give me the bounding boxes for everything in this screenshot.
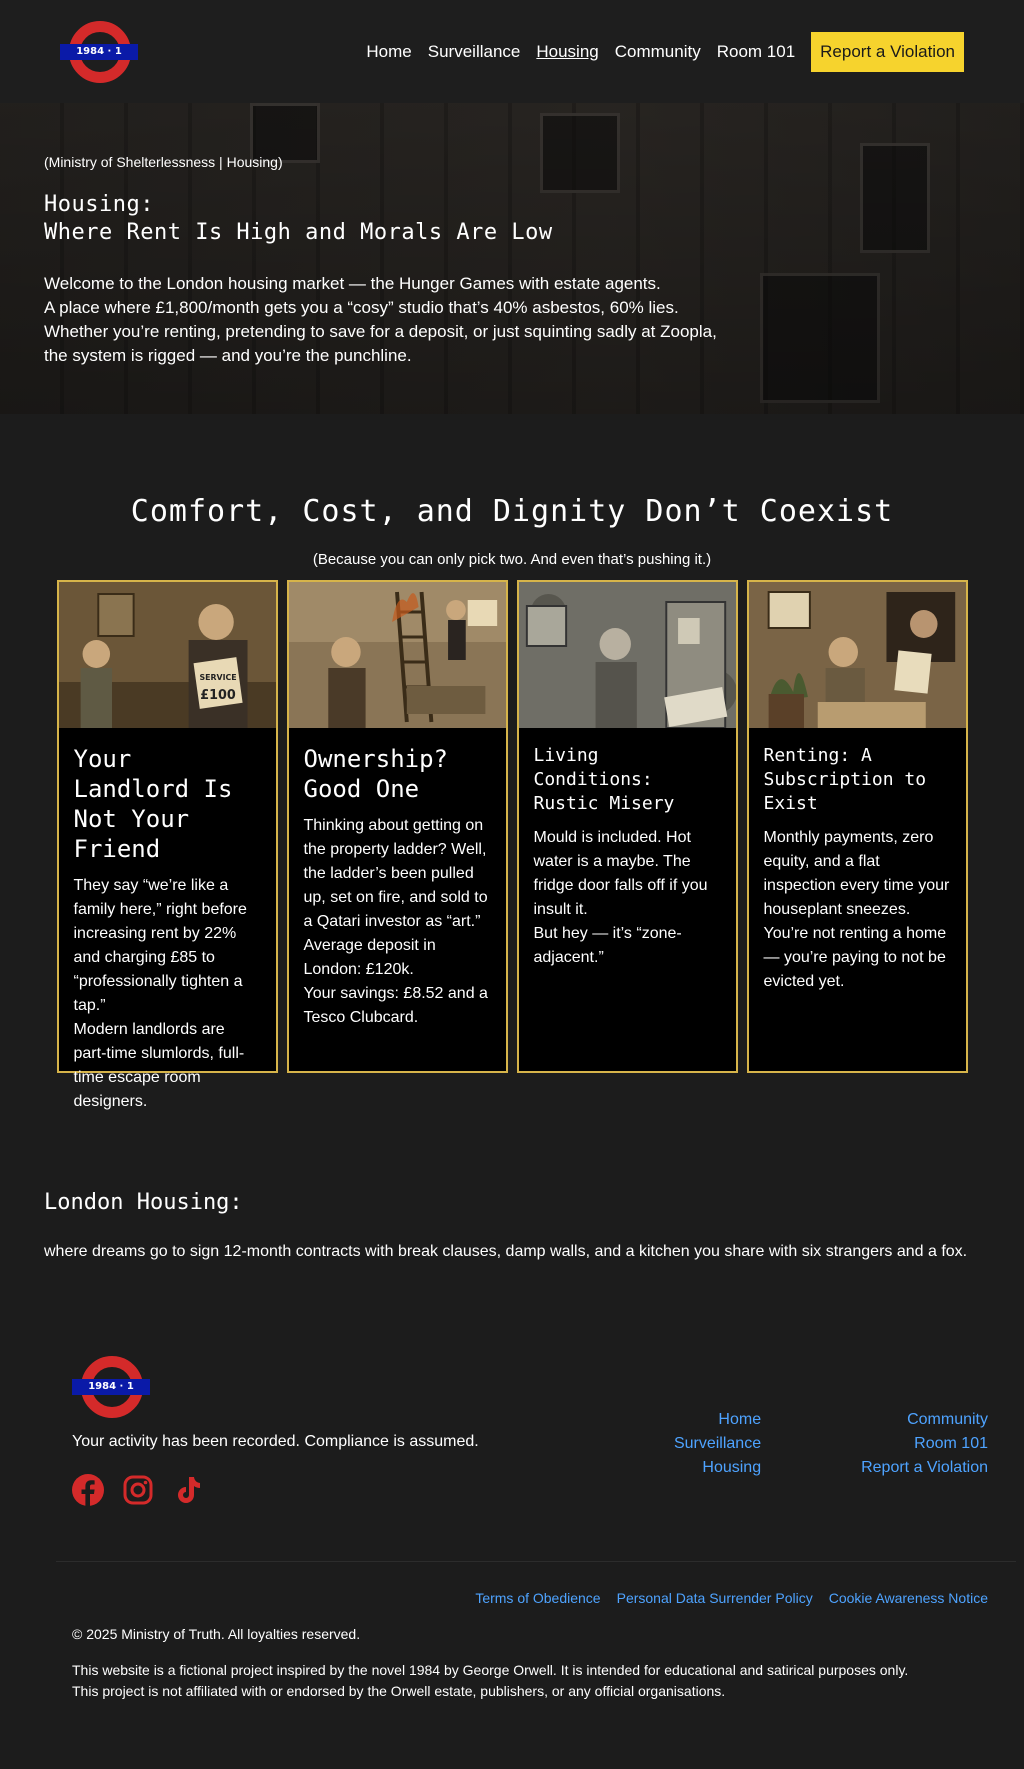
disclaimer-line: This project is not affiliated with or e… [72, 1683, 726, 1699]
footer-links: Home Surveillance Housing Community Room… [674, 1408, 988, 1506]
legal-links: Terms of Obedience Personal Data Surrend… [72, 1590, 988, 1606]
nav-housing[interactable]: Housing [536, 42, 598, 62]
intro-line: Whether you’re renting, pretending to sa… [44, 322, 717, 341]
hero-banner: (Ministry of Shelterlessness | Housing) … [0, 103, 1024, 414]
copyright: © 2025 Ministry of Truth. All loyalties … [72, 1626, 361, 1642]
card-body: Your Landlord Is Not Your Friend They sa… [59, 728, 276, 1114]
intro-line: A place where £1,800/month gets you a “c… [44, 298, 679, 317]
footer-link-community[interactable]: Community [861, 1408, 988, 1432]
footer-link-home[interactable]: Home [674, 1408, 761, 1432]
landlord-illustration: SERVICE £100 [58, 582, 276, 728]
footer-logo[interactable]: 1984 · 1 [72, 1354, 150, 1420]
page-title-line: Housing: [44, 192, 154, 217]
footer-link-report-violation[interactable]: Report a Violation [861, 1456, 988, 1480]
card-text: Thinking about getting on the property l… [303, 817, 488, 1026]
footer-brand: 1984 · 1 Your activity has been recorded… [72, 1354, 479, 1506]
page-title: Housing: Where Rent Is High and Morals A… [44, 191, 744, 247]
tagline-heading: London Housing: [44, 1190, 243, 1215]
hero-intro: Welcome to the London housing market — t… [44, 272, 744, 368]
footer-links-col: Home Surveillance Housing [674, 1408, 761, 1506]
footer-note: Your activity has been recorded. Complia… [72, 1433, 479, 1450]
card-text: Mould is included. Hot water is a maybe.… [533, 829, 708, 966]
privacy-link[interactable]: Personal Data Surrender Policy [617, 1590, 813, 1606]
disclaimer: This website is a fictional project insp… [72, 1660, 988, 1702]
site-header: 1984 · 1 Home Surveillance Housing Commu… [0, 0, 1024, 103]
hero-content: (Ministry of Shelterlessness | Housing) … [44, 154, 744, 368]
card-illustration: SERVICE £100 [58, 582, 276, 728]
living-conditions-illustration [518, 582, 736, 728]
footer-link-surveillance[interactable]: Surveillance [674, 1432, 761, 1456]
card-living-conditions: Living Conditions: Rustic Misery Mould i… [516, 580, 738, 1073]
ownership-illustration [288, 582, 506, 728]
service-charge-sign: SERVICE [199, 673, 236, 682]
intro-line: the system is rigged — and you’re the pu… [44, 346, 412, 365]
card-body: Living Conditions: Rustic Misery Mould i… [519, 728, 736, 970]
footer-link-room-101[interactable]: Room 101 [861, 1432, 988, 1456]
footer-divider [56, 1561, 1016, 1562]
card-title: Your Landlord Is Not Your Friend [73, 745, 233, 863]
report-violation-button[interactable]: Report a Violation [811, 31, 964, 72]
svg-text:£100: £100 [200, 688, 236, 703]
section-head: Comfort, Cost, and Dignity Don’t Coexist… [0, 414, 1024, 568]
logo-text: 1984 · 1 [72, 1379, 150, 1395]
footer-links-col: Community Room 101 Report a Violation [861, 1408, 988, 1506]
card-title: Ownership? Good One [303, 745, 449, 803]
intro-line: Welcome to the London housing market — t… [44, 274, 661, 293]
section-subheading: (Because you can only pick two. And even… [312, 551, 712, 568]
card-body: Ownership? Good One Thinking about getti… [289, 728, 506, 1030]
instagram-icon[interactable] [122, 1474, 154, 1506]
social-links [72, 1474, 479, 1506]
card-body: Renting: A Subscription to Exist Monthly… [749, 728, 966, 994]
main-nav: Home Surveillance Housing Community Room… [350, 31, 964, 72]
nav-room-101[interactable]: Room 101 [717, 42, 795, 62]
card-grid: SERVICE £100 Your Landlord Is Not Your F… [0, 580, 1024, 1110]
nav-home[interactable]: Home [366, 42, 411, 62]
site-footer: 1984 · 1 Your activity has been recorded… [0, 1264, 1024, 1702]
card-text: Monthly payments, zero equity, and a fla… [763, 829, 950, 990]
card-renting: Renting: A Subscription to Exist Monthly… [746, 580, 968, 1073]
card-landlord: SERVICE £100 Your Landlord Is Not Your F… [56, 580, 278, 1110]
nav-surveillance[interactable]: Surveillance [428, 42, 521, 62]
tagline-text: where dreams go to sign 12-month contrac… [44, 1243, 968, 1260]
logo[interactable]: 1984 · 1 [60, 19, 138, 85]
card-title: Renting: A Subscription to Exist [763, 745, 927, 814]
disclaimer-line: This website is a fictional project insp… [72, 1662, 909, 1678]
footer-link-housing[interactable]: Housing [674, 1456, 761, 1480]
page-title-line: Where Rent Is High and Morals Are Low [44, 220, 553, 245]
terms-link[interactable]: Terms of Obedience [475, 1590, 600, 1606]
section-heading: Comfort, Cost, and Dignity Don’t Coexist [130, 494, 894, 529]
card-illustration [518, 582, 736, 728]
card-title: Living Conditions: Rustic Misery [533, 745, 675, 814]
card-illustration [748, 582, 966, 728]
tiktok-icon[interactable] [172, 1474, 204, 1506]
breadcrumb: (Ministry of Shelterlessness | Housing) [44, 154, 283, 170]
card-ownership: Ownership? Good One Thinking about getti… [286, 580, 508, 1073]
logo-text: 1984 · 1 [60, 43, 138, 60]
facebook-icon[interactable] [72, 1474, 104, 1506]
card-text: They say “we’re like a family here,” rig… [73, 877, 247, 1110]
nav-community[interactable]: Community [615, 42, 701, 62]
renting-illustration [748, 582, 966, 728]
footer-top: 1984 · 1 Your activity has been recorded… [72, 1354, 988, 1506]
card-illustration [288, 582, 506, 728]
cards-section: Comfort, Cost, and Dignity Don’t Coexist… [0, 414, 1024, 1110]
cookie-link[interactable]: Cookie Awareness Notice [829, 1590, 988, 1606]
